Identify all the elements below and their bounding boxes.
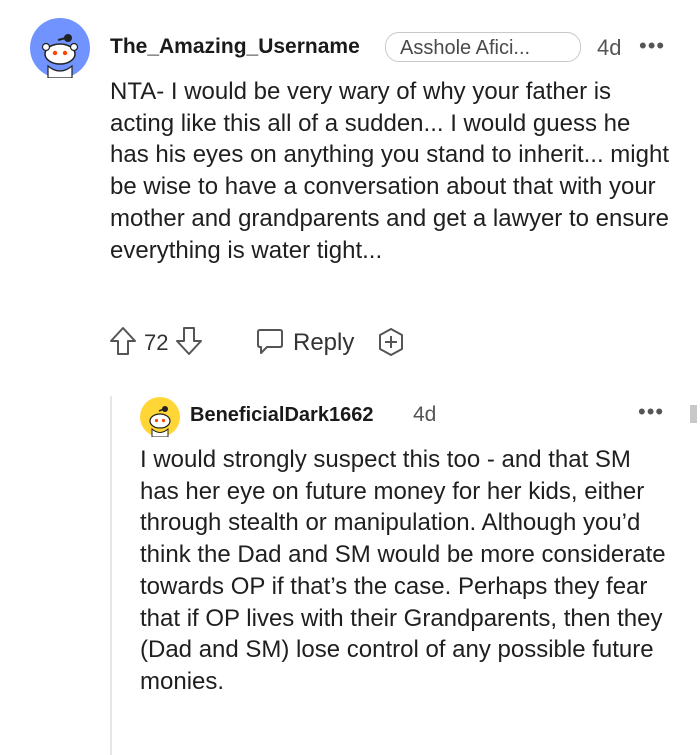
comment-timestamp: 4d	[597, 35, 622, 60]
vote-count: 72	[144, 330, 169, 355]
reply-timestamp: 4d	[413, 403, 437, 426]
snoo-avatar-icon	[149, 406, 171, 437]
vote-bar: 72	[108, 326, 204, 360]
reply-body: I would strongly suspect this too - and …	[140, 446, 666, 695]
award-plus-icon	[375, 326, 407, 363]
user-flair: Asshole Afici...	[385, 32, 581, 62]
avatar[interactable]	[30, 18, 90, 78]
reply-avatar[interactable]	[140, 397, 180, 437]
reply-label: Reply	[293, 329, 355, 356]
reply-icon	[255, 326, 285, 361]
reply-more-options-icon[interactable]: •••	[638, 401, 664, 423]
more-options-icon[interactable]: •••	[639, 35, 665, 57]
comment-username[interactable]: The_Amazing_Username	[110, 35, 360, 59]
downvote-icon[interactable]	[174, 325, 204, 362]
scrollbar[interactable]	[690, 405, 697, 423]
upvote-icon[interactable]	[108, 325, 138, 362]
award-button[interactable]	[375, 326, 407, 363]
thread-line[interactable]	[110, 396, 112, 755]
comment-body: NTA- I would be very wary of why your fa…	[110, 78, 670, 264]
reply-button[interactable]: Reply	[255, 326, 354, 360]
snoo-avatar-icon	[41, 34, 79, 78]
reply-username[interactable]: BeneficialDark1662	[190, 404, 373, 427]
